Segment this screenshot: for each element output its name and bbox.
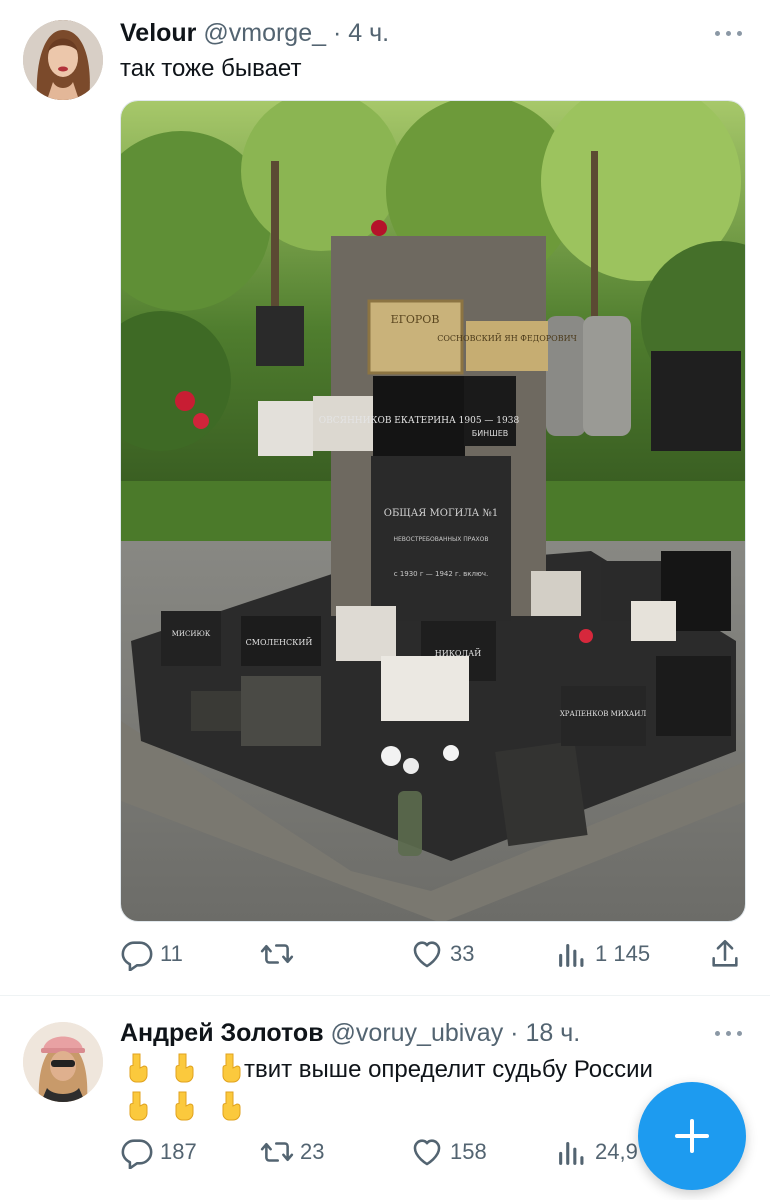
reply-count: 11: [160, 941, 183, 966]
backhand-index-pointing-down-emoji: [213, 1088, 247, 1122]
author-name[interactable]: Velour: [120, 19, 196, 47]
backhand-index-pointing-down-emoji: [166, 1050, 200, 1084]
reply-icon: [121, 941, 153, 971]
tweet-actions: 11 33 1 145: [120, 934, 750, 974]
analytics-icon: [559, 943, 584, 967]
retweet-button[interactable]: [260, 934, 300, 974]
retweet-count: 23: [300, 1139, 325, 1164]
backhand-index-pointing-down-emoji: [120, 1088, 154, 1122]
heart-icon: [413, 1139, 441, 1166]
reply-count: 187: [160, 1139, 197, 1164]
plaque-text: ОВСЯННИКОВ ЕКАТЕРИНА 1905 — 1938: [319, 416, 520, 426]
backhand-index-pointing-down-emoji: [120, 1050, 154, 1084]
retweet-button[interactable]: 23: [260, 1132, 324, 1172]
tweet-header: Velour @vmorge_ · 4 ч.: [120, 18, 389, 48]
cemetery-photo: ЕГОРОВ СОСНОВСКИЙ ЯН ФЕДОРОВИЧ ОВСЯННИКО…: [121, 101, 745, 921]
reply-button[interactable]: 11: [120, 934, 183, 974]
share-button[interactable]: [708, 934, 742, 974]
backhand-index-pointing-down-emoji: [213, 1050, 247, 1084]
backhand-index-pointing-down-emoji: [166, 1088, 200, 1122]
views-count: 24,9: [595, 1139, 638, 1164]
more-options-icon[interactable]: [715, 28, 745, 38]
avatar-image: [23, 1022, 103, 1102]
author-handle[interactable]: @vmorge_: [203, 19, 326, 47]
tweet-text: так тоже бывает: [120, 55, 302, 82]
plaque-text: с 1930 г — 1942 г. включ.: [394, 570, 489, 578]
plaque-text: ЕГОРОВ: [391, 313, 440, 326]
plaque-text: МИСИЮК: [172, 630, 211, 638]
tweet-text: твит выше определит судьбу России: [244, 1056, 653, 1083]
like-button[interactable]: 158: [410, 1132, 487, 1172]
timestamp[interactable]: 18 ч.: [525, 1019, 580, 1047]
views-count: 1 145: [595, 941, 651, 966]
timestamp[interactable]: 4 ч.: [348, 19, 389, 47]
tweet-photo[interactable]: ЕГОРОВ СОСНОВСКИЙ ЯН ФЕДОРОВИЧ ОВСЯННИКО…: [120, 100, 746, 922]
plaque-text: БИНШЕВ: [472, 429, 509, 438]
like-count: 158: [450, 1139, 487, 1164]
emoji-row: [120, 1050, 251, 1092]
separator-dot: ·: [503, 1019, 526, 1047]
analytics-icon: [559, 1141, 584, 1165]
avatar-image: [23, 20, 103, 100]
views-button[interactable]: 24,9: [555, 1132, 638, 1172]
compose-plus-icon: [675, 1119, 709, 1153]
author-name[interactable]: Андрей Золотов: [120, 1019, 324, 1047]
plaque-text: СОСНОВСКИЙ ЯН ФЕДОРОВИЧ: [437, 334, 577, 343]
tweet[interactable]: Velour @vmorge_ · 4 ч. так тоже бывает Е…: [0, 0, 770, 996]
reply-icon: [121, 1139, 153, 1169]
share-icon: [712, 939, 738, 967]
tweet-header: Андрей Золотов @voruy_ubivay · 18 ч.: [120, 1018, 580, 1048]
plaque-text: ХРАПЕНКОВ МИХАИЛ: [560, 710, 647, 718]
heart-icon: [413, 941, 441, 968]
plaque-text: ОБЩАЯ МОГИЛА №1: [384, 508, 499, 519]
plaque-text: НИКОЛАЙ: [435, 649, 481, 658]
avatar[interactable]: [23, 20, 103, 100]
compose-button[interactable]: [638, 1082, 746, 1190]
emoji-row: [120, 1088, 251, 1130]
plaque-text: СМОЛЕНСКИЙ: [246, 638, 313, 647]
reply-button[interactable]: 187: [120, 1132, 197, 1172]
like-button[interactable]: 33: [410, 934, 474, 974]
separator-dot: ·: [326, 19, 349, 47]
views-button[interactable]: 1 145: [555, 934, 650, 974]
retweet-icon: [260, 944, 294, 964]
retweet-icon: [260, 1142, 294, 1162]
more-options-icon[interactable]: [715, 1028, 745, 1038]
plaque-text: НЕВОСТРЕБОВАННЫХ ПРАХОВ: [394, 536, 489, 543]
like-count: 33: [450, 941, 475, 966]
author-handle[interactable]: @voruy_ubivay: [331, 1019, 504, 1047]
avatar[interactable]: [23, 1022, 103, 1102]
